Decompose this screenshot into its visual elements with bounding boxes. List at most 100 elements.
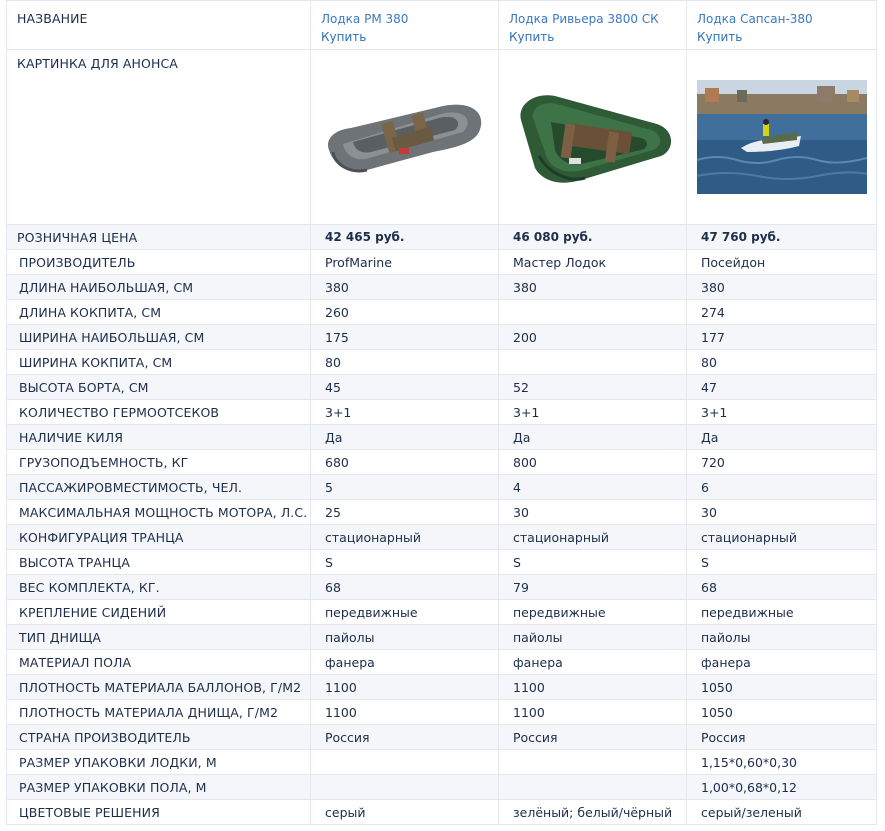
spec-label: ШИРИНА НАИБОЛЬШАЯ, СМ <box>19 329 205 345</box>
spec-value-cell: Россия <box>310 724 499 750</box>
spec-value: фанера <box>701 654 751 670</box>
spec-value: 1100 <box>325 679 357 695</box>
spec-value-cell: 52 <box>498 374 687 400</box>
spec-value: 68 <box>701 579 717 595</box>
spec-label-cell: ШИРИНА КОКПИТА, СМ <box>6 349 311 375</box>
spec-label: МАКСИМАЛЬНАЯ МОЩНОСТЬ МОТОРА, Л.С. <box>19 504 308 520</box>
spec-value: S <box>325 554 333 570</box>
spec-label-cell: РАЗМЕР УПАКОВКИ ЛОДКИ, М <box>6 749 311 775</box>
spec-label: ЦВЕТОВЫЕ РЕШЕНИЯ <box>19 804 160 820</box>
picture-row-label: КАРТИНКА ДЛЯ АНОНСА <box>17 56 178 71</box>
spec-label-cell: ДЛИНА НАИБОЛЬШАЯ, СМ <box>6 274 311 300</box>
product-link-3[interactable]: Лодка Сапсан-380 <box>697 10 876 28</box>
spec-value: 177 <box>701 329 725 345</box>
spec-label: НАЛИЧИЕ КИЛЯ <box>19 429 124 445</box>
buy-link-2[interactable]: Купить <box>509 28 686 46</box>
spec-value-cell: 68 <box>686 574 877 600</box>
product-cell-3: Лодка Сапсан-380 Купить <box>686 0 877 50</box>
spec-row: КОЛИЧЕСТВО ГЕРМООТСЕКОВ 3+1 3+1 3+1 <box>6 399 877 425</box>
spec-value: фанера <box>513 654 563 670</box>
spec-label-cell: ДЛИНА КОКПИТА, СМ <box>6 299 311 325</box>
spec-value-cell: 1100 <box>310 674 499 700</box>
spec-label: СТРАНА ПРОИЗВОДИТЕЛЬ <box>19 729 191 745</box>
spec-row: ВЫСОТА БОРТА, СМ 45 52 47 <box>6 374 877 400</box>
price-row-label-cell: РОЗНИЧНАЯ ЦЕНА <box>6 224 311 250</box>
spec-value-cell: 1050 <box>686 674 877 700</box>
spec-value: 200 <box>513 329 537 345</box>
name-row-label-cell: НАЗВАНИЕ <box>6 0 311 50</box>
spec-value-cell <box>498 349 687 375</box>
spec-value: 79 <box>513 579 529 595</box>
spec-value: 30 <box>701 504 717 520</box>
spec-value-cell: зелёный; белый/чёрный <box>498 799 687 825</box>
picture-cell-3 <box>686 49 877 225</box>
spec-row: ПЛОТНОСТЬ МАТЕРИАЛА ДНИЩА, Г/М2 1100 1100 1… <box>6 699 877 725</box>
spec-value: S <box>701 554 709 570</box>
spec-value-cell: 47 <box>686 374 877 400</box>
spec-value: пайолы <box>325 629 375 645</box>
spec-value-cell: передвижные <box>310 599 499 625</box>
spec-value-cell: стационарный <box>498 524 687 550</box>
spec-value: серый <box>325 804 366 820</box>
spec-value: 4 <box>513 479 521 495</box>
spec-row: ПАССАЖИРОВМЕСТИМОСТЬ, ЧЕЛ. 5 4 6 <box>6 474 877 500</box>
spec-value: 1100 <box>325 704 357 720</box>
spec-value-cell: Да <box>498 424 687 450</box>
boat-on-water-image[interactable] <box>696 80 867 194</box>
spec-row: КОНФИГУРАЦИЯ ТРАНЦА стационарный стационар… <box>6 524 877 550</box>
grey-boat-image[interactable] <box>323 92 487 182</box>
spec-value-cell: 30 <box>498 499 687 525</box>
spec-label: ШИРИНА КОКПИТА, СМ <box>19 354 173 370</box>
spec-label-cell: ВЕС КОМПЛЕКТА, КГ. <box>6 574 311 600</box>
spec-value: 260 <box>325 304 349 320</box>
spec-value-cell: 30 <box>686 499 877 525</box>
spec-row: МАКСИМАЛЬНАЯ МОЩНОСТЬ МОТОРА, Л.С. 25 30 30 <box>6 499 877 525</box>
spec-value: Посейдон <box>701 254 766 270</box>
spec-row: ВЫСОТА ТРАНЦА S S S <box>6 549 877 575</box>
green-boat-image[interactable] <box>511 84 675 190</box>
buy-link-1[interactable]: Купить <box>321 28 498 46</box>
name-row: НАЗВАНИЕ Лодка PM 380 Купить Лодка Ривье… <box>6 0 877 50</box>
spec-label-cell: ЦВЕТОВЫЕ РЕШЕНИЯ <box>6 799 311 825</box>
spec-value: 25 <box>325 504 341 520</box>
spec-label-cell: КОНФИГУРАЦИЯ ТРАНЦА <box>6 524 311 550</box>
spec-value: 1,00*0,68*0,12 <box>701 779 797 795</box>
spec-value: Россия <box>701 729 746 745</box>
spec-value: 45 <box>325 379 341 395</box>
spec-value: передвижные <box>325 604 418 620</box>
spec-label: ДЛИНА НАИБОЛЬШАЯ, СМ <box>19 279 194 295</box>
spec-value-cell: 1,15*0,60*0,30 <box>686 749 877 775</box>
spec-label: КРЕПЛЕНИЕ СИДЕНИЙ <box>19 604 167 620</box>
spec-value: пайолы <box>701 629 751 645</box>
spec-value: передвижные <box>513 604 606 620</box>
spec-value: 800 <box>513 454 537 470</box>
product-link-2[interactable]: Лодка Ривьера 3800 СК <box>509 10 686 28</box>
spec-value-cell: серый <box>310 799 499 825</box>
spec-label-cell: РАЗМЕР УПАКОВКИ ПОЛА, М <box>6 774 311 800</box>
spec-value: 3+1 <box>325 404 352 420</box>
spec-row: ДЛИНА НАИБОЛЬШАЯ, СМ 380 380 380 <box>6 274 877 300</box>
spec-label: ПАССАЖИРОВМЕСТИМОСТЬ, ЧЕЛ. <box>19 479 243 495</box>
spec-value: фанера <box>325 654 375 670</box>
spec-row: ШИРИНА КОКПИТА, СМ 80 80 <box>6 349 877 375</box>
picture-cell-1 <box>310 49 499 225</box>
buy-link-3[interactable]: Купить <box>697 28 876 46</box>
spec-value: 1050 <box>701 679 733 695</box>
spec-value: Россия <box>513 729 558 745</box>
spec-value: 274 <box>701 304 725 320</box>
spec-label-cell: ВЫСОТА БОРТА, СМ <box>6 374 311 400</box>
picture-row: КАРТИНКА ДЛЯ АНОНСА <box>6 49 877 225</box>
spec-label: ПРОИЗВОДИТЕЛЬ <box>19 254 136 270</box>
spec-label-cell: МАТЕРИАЛ ПОЛА <box>6 649 311 675</box>
price-value-2: 46 080 руб. <box>513 230 593 244</box>
spec-value-cell: 200 <box>498 324 687 350</box>
spec-value-cell: 79 <box>498 574 687 600</box>
product-link-1[interactable]: Лодка PM 380 <box>321 10 498 28</box>
spec-value-cell: 5 <box>310 474 499 500</box>
spec-row: ВЕС КОМПЛЕКТА, КГ. 68 79 68 <box>6 574 877 600</box>
spec-value-cell: ProfMarine <box>310 249 499 275</box>
spec-value: Да <box>325 429 343 445</box>
spec-value-cell: серый/зеленый <box>686 799 877 825</box>
spec-label: РАЗМЕР УПАКОВКИ ЛОДКИ, М <box>19 754 217 770</box>
spec-value-cell: 1100 <box>498 699 687 725</box>
